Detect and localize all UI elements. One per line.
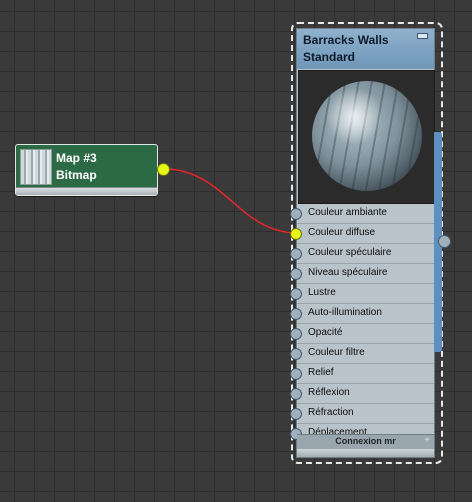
minimize-icon[interactable]	[417, 33, 428, 39]
mr-connection-bar[interactable]: Connexion mr +	[297, 434, 434, 449]
material-slot[interactable]: Auto-illumination	[290, 304, 434, 324]
material-slot[interactable]: Réfraction	[290, 404, 434, 424]
slot-input-socket[interactable]	[290, 228, 302, 240]
material-slot[interactable]: Couleur ambiante	[290, 204, 434, 224]
slot-input-socket[interactable]	[290, 288, 302, 300]
slot-label: Auto-illumination	[308, 307, 382, 318]
plus-icon[interactable]: +	[424, 435, 430, 446]
slot-input-socket[interactable]	[290, 308, 302, 320]
material-slot[interactable]: Réflexion	[290, 384, 434, 404]
slot-label: Couleur diffuse	[308, 227, 376, 238]
slot-input-socket[interactable]	[290, 368, 302, 380]
slot-input-socket[interactable]	[290, 248, 302, 260]
material-slot[interactable]: Couleur spéculaire	[290, 244, 434, 264]
slot-input-socket[interactable]	[290, 388, 302, 400]
mr-connection-label: Connexion mr	[335, 436, 396, 446]
map-output-socket[interactable]	[157, 163, 170, 176]
material-slot[interactable]: Niveau spéculaire	[290, 264, 434, 284]
slot-input-socket[interactable]	[290, 348, 302, 360]
connection-wire[interactable]	[167, 168, 297, 234]
map-node-bottom-bar	[16, 187, 157, 195]
slot-input-socket[interactable]	[290, 328, 302, 340]
material-node[interactable]: Barracks Walls Standard Couleur ambiante…	[290, 28, 435, 458]
slot-input-socket[interactable]	[290, 408, 302, 420]
material-slot[interactable]: Couleur diffuse	[290, 224, 434, 244]
slot-label: Couleur ambiante	[308, 207, 387, 218]
slot-label: Couleur filtre	[308, 347, 365, 358]
material-node-title: Barracks Walls	[303, 33, 389, 47]
material-node-type: Standard	[303, 50, 356, 64]
material-node-bottom-bar	[297, 449, 434, 457]
slot-label: Opacité	[308, 327, 343, 338]
slot-label: Réflexion	[308, 387, 350, 398]
bitmap-thumbnail	[20, 149, 52, 185]
material-slot[interactable]: Couleur filtre	[290, 344, 434, 364]
map-node-title: Map #3	[56, 151, 97, 165]
material-slot[interactable]: Lustre	[290, 284, 434, 304]
slot-label: Niveau spéculaire	[308, 267, 388, 278]
material-slot-list: Couleur ambiante Couleur diffuse Couleur s…	[290, 204, 434, 444]
slot-label: Relief	[308, 367, 334, 378]
preview-sphere	[312, 81, 422, 191]
material-slot[interactable]: Relief	[290, 364, 434, 384]
slot-label: Réfraction	[308, 407, 354, 418]
material-slot[interactable]: Opacité	[290, 324, 434, 344]
material-preview	[298, 70, 435, 204]
map-node[interactable]: Map #3 Bitmap	[15, 144, 158, 196]
slot-input-socket[interactable]	[290, 208, 302, 220]
material-output-socket[interactable]	[438, 235, 451, 248]
map-node-type: Bitmap	[56, 168, 97, 182]
slot-label: Lustre	[308, 287, 336, 298]
material-node-header[interactable]: Barracks Walls Standard	[297, 29, 434, 69]
slot-label: Couleur spéculaire	[308, 247, 392, 258]
slot-input-socket[interactable]	[290, 268, 302, 280]
